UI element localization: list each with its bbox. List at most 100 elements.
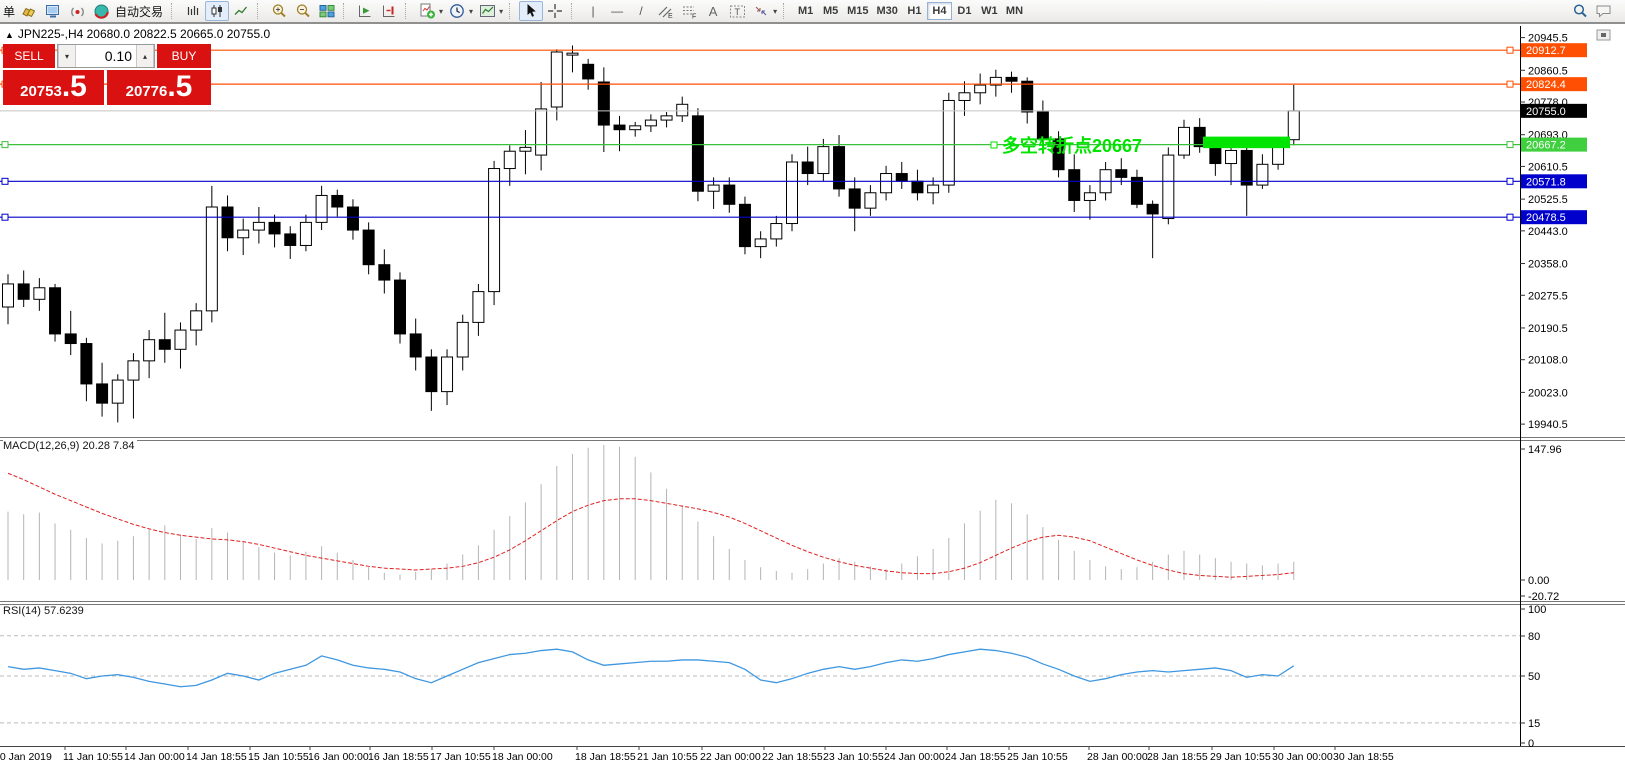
crosshair-button[interactable] xyxy=(543,1,567,21)
line-handle[interactable] xyxy=(1507,142,1513,148)
candle xyxy=(1163,155,1174,218)
text-tool-button[interactable]: A xyxy=(701,1,725,21)
tab-timeframe-h4[interactable]: H4 xyxy=(927,2,952,20)
chart-title: JPN225-,H4 20680.0 20822.5 20665.0 20755… xyxy=(18,27,270,41)
price-axis[interactable]: 20945.520860.520778.020693.020610.520525… xyxy=(1520,33,1587,432)
volume-increase-button[interactable]: ▴ xyxy=(136,45,154,67)
tab-timeframe-d1[interactable]: D1 xyxy=(952,2,977,20)
candle xyxy=(144,340,155,361)
tab-timeframe-m15[interactable]: M15 xyxy=(843,2,872,20)
sell-button[interactable]: SELL xyxy=(3,44,55,68)
templates-button[interactable] xyxy=(475,1,499,21)
arrows-dropdown-icon[interactable]: ▾ xyxy=(773,7,777,16)
zoom-out-icon xyxy=(295,3,312,19)
horizontal-line-icon: — xyxy=(611,4,623,18)
candle xyxy=(1006,77,1017,81)
computer-icon xyxy=(45,4,62,19)
buy-button[interactable]: BUY xyxy=(157,44,211,68)
annotation-text[interactable]: 多空转折点20667 xyxy=(1002,135,1142,156)
macd-scale-label: 147.96 xyxy=(1528,444,1562,456)
candle xyxy=(253,222,264,230)
arrows-tool-button[interactable] xyxy=(749,1,773,21)
bar-chart-button[interactable] xyxy=(181,1,205,21)
rsi-scale-label: 50 xyxy=(1528,671,1540,683)
candle xyxy=(598,82,609,125)
search-button[interactable] xyxy=(1568,1,1592,21)
tab-timeframe-mn[interactable]: MN xyxy=(1002,2,1027,20)
one-click-trading-panel: SELL ▾ ▴ BUY 20753.5 20776.5 xyxy=(3,44,211,105)
tab-timeframe-m30[interactable]: M30 xyxy=(873,2,902,20)
horizontal-line-tool-button[interactable]: — xyxy=(605,1,629,21)
template-icon xyxy=(479,4,496,18)
time-axis[interactable]: 10 Jan 201911 Jan 10:5514 Jan 00:0014 Ja… xyxy=(0,746,1394,763)
time-tick-label: 14 Jan 18:55 xyxy=(186,751,247,763)
line-handle[interactable] xyxy=(1507,178,1513,184)
time-tick-label: 21 Jan 10:55 xyxy=(637,751,698,763)
tab-timeframe-m1[interactable]: M1 xyxy=(793,2,818,20)
candle xyxy=(112,380,123,403)
candle xyxy=(771,224,782,239)
zoom-out-button[interactable] xyxy=(291,1,315,21)
volume-decrease-button[interactable]: ▾ xyxy=(58,45,76,67)
tab-timeframe-h1[interactable]: H1 xyxy=(902,2,927,20)
line-handle[interactable] xyxy=(2,214,8,220)
volume-input[interactable] xyxy=(76,45,136,67)
cursor-button[interactable] xyxy=(519,1,543,21)
sell-price-big: .5 xyxy=(62,70,87,103)
candle xyxy=(881,174,892,193)
zoom-in-icon xyxy=(271,3,288,19)
candle xyxy=(1241,150,1252,185)
periods-dropdown-icon[interactable]: ▾ xyxy=(469,7,473,16)
candle xyxy=(363,230,374,265)
line-handle[interactable] xyxy=(2,142,8,148)
clock-icon xyxy=(449,3,465,19)
macd-label: MACD(12,26,9) 20.28 7.84 xyxy=(3,440,137,452)
label-tool-button[interactable]: T xyxy=(725,1,749,21)
line-chart-button[interactable] xyxy=(229,1,253,21)
candle xyxy=(849,189,860,208)
price-line-badge-text: 20667.2 xyxy=(1526,140,1566,152)
channel-tool-button[interactable]: E xyxy=(653,1,677,21)
line-handle[interactable] xyxy=(1507,214,1513,220)
chart-shift-button[interactable] xyxy=(377,1,401,21)
auto-scroll-button[interactable] xyxy=(353,1,377,21)
periods-button[interactable] xyxy=(445,1,469,21)
candle xyxy=(1069,170,1080,201)
signal-button[interactable] xyxy=(65,1,89,21)
zoom-in-button[interactable] xyxy=(267,1,291,21)
highlight-rectangle[interactable] xyxy=(1203,137,1290,149)
auto-trading-button[interactable] xyxy=(89,1,113,21)
signal-icon xyxy=(69,4,86,19)
sell-price[interactable]: 20753.5 xyxy=(3,70,104,105)
fibonacci-tool-button[interactable]: F xyxy=(677,1,701,21)
time-tick-label: 18 Jan 00:00 xyxy=(492,751,553,763)
line-handle[interactable] xyxy=(1507,47,1513,53)
terminal-button[interactable] xyxy=(41,1,65,21)
indicators-dropdown-icon[interactable]: ▾ xyxy=(439,7,443,16)
candlestick-chart-button[interactable] xyxy=(205,1,229,21)
candle xyxy=(661,116,672,120)
candle xyxy=(81,344,92,384)
line-handle[interactable] xyxy=(1507,81,1513,87)
trendline-icon: / xyxy=(639,4,642,18)
tab-timeframe-m5[interactable]: M5 xyxy=(818,2,843,20)
candle xyxy=(1257,164,1268,185)
templates-dropdown-icon[interactable]: ▾ xyxy=(499,7,503,16)
line-handle[interactable] xyxy=(2,178,8,184)
auto-trading-label[interactable]: 自动交易 xyxy=(115,3,163,20)
annotation-anchor-handle[interactable] xyxy=(991,142,997,148)
time-tick-label: 30 Jan 18:55 xyxy=(1333,751,1394,763)
buy-price[interactable]: 20776.5 xyxy=(107,70,211,105)
indicators-button[interactable] xyxy=(415,1,439,21)
new-order-button[interactable] xyxy=(17,1,41,21)
time-tick-label: 15 Jan 10:55 xyxy=(248,751,309,763)
time-tick-label: 24 Jan 00:00 xyxy=(884,751,945,763)
vertical-line-tool-button[interactable]: | xyxy=(581,1,605,21)
tile-windows-button[interactable] xyxy=(315,1,339,21)
candle xyxy=(316,195,327,222)
collapse-panel-icon[interactable]: ▲ xyxy=(5,30,14,40)
candle xyxy=(34,288,45,300)
chat-button[interactable] xyxy=(1592,1,1616,21)
trendline-tool-button[interactable]: / xyxy=(629,1,653,21)
tab-timeframe-w1[interactable]: W1 xyxy=(977,2,1002,20)
